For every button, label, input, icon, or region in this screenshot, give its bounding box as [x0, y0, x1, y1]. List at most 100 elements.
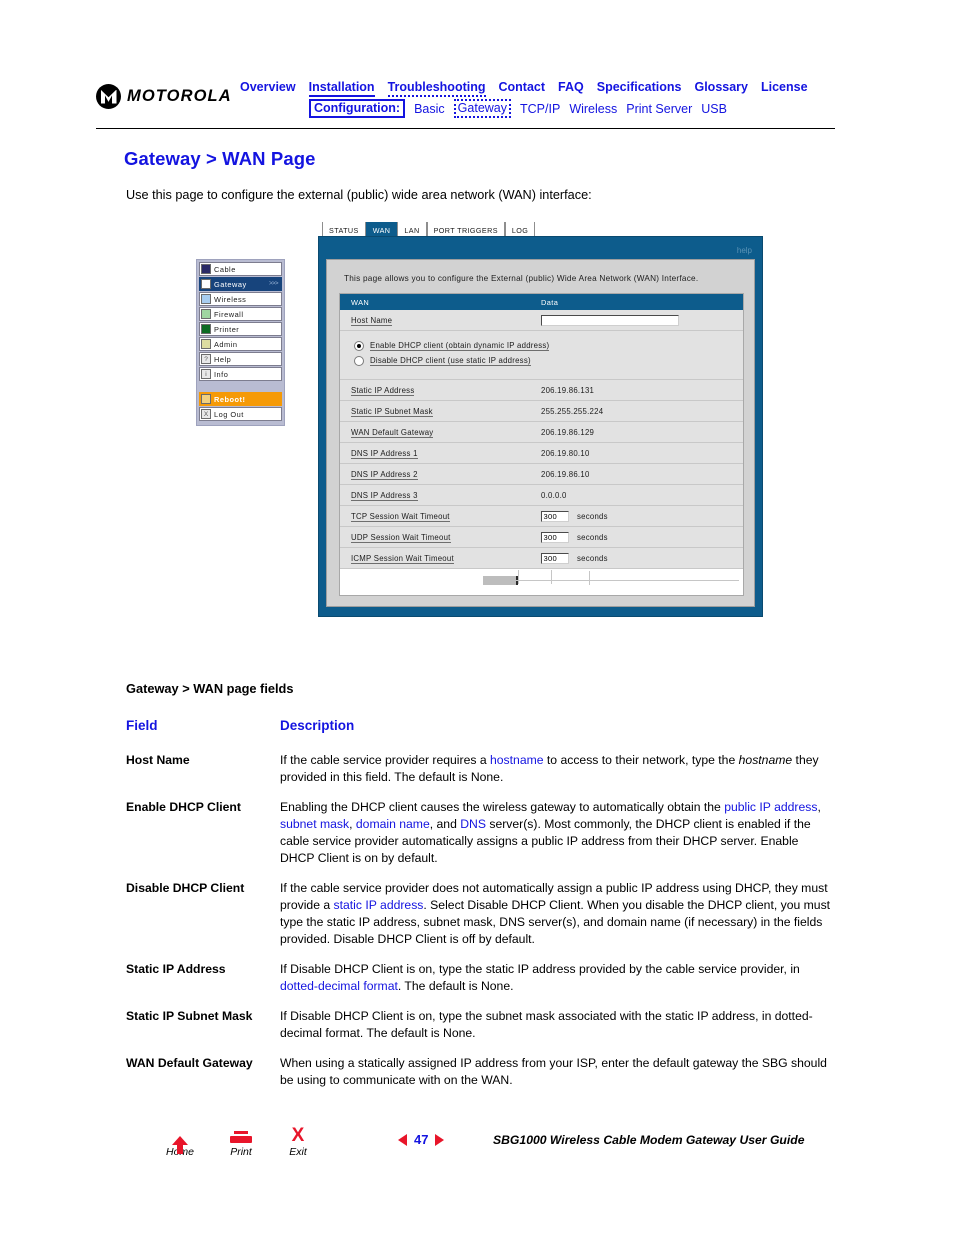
row-label: Static IP Subnet Mask — [340, 406, 536, 417]
nav-link-overview[interactable]: Overview — [240, 80, 296, 94]
glossary-link[interactable]: subnet mask — [280, 817, 349, 831]
side-menu-item-firewall[interactable]: Firewall — [199, 307, 282, 321]
side-menu-item-info[interactable]: i Info — [199, 367, 282, 381]
menu-item-label: Cable — [214, 264, 236, 274]
field-description-row: Host Name If the cable service provider r… — [126, 752, 836, 786]
timeout-input[interactable]: 300 — [541, 510, 569, 522]
field-description-row: Disable DHCP Client If the cable service … — [126, 880, 836, 948]
side-menu-item-reboot-[interactable]: Reboot! — [199, 392, 282, 406]
side-menu-item-log-out[interactable]: X Log Out — [199, 407, 282, 421]
column-header-description: Description — [280, 718, 355, 733]
side-menu-item-help[interactable]: ? Help — [199, 352, 282, 366]
config-nav-link-tcp-ip[interactable]: TCP/IP — [520, 102, 560, 116]
config-nav-link-print-server[interactable]: Print Server — [626, 102, 692, 116]
config-nav-link-basic[interactable]: Basic — [414, 102, 445, 116]
field-name: Static IP Address — [126, 962, 226, 976]
configuration-label: Configuration: — [309, 99, 406, 118]
divider-d — [589, 571, 590, 585]
screenshot-tab-wan[interactable]: WAN — [365, 222, 398, 237]
nav-link-troubleshooting[interactable]: Troubleshooting — [387, 80, 486, 97]
page-number: 47 — [414, 1132, 429, 1147]
unit-label: seconds — [577, 532, 608, 542]
field-name: Static IP Subnet Mask — [126, 1009, 253, 1023]
config-nav-link-usb[interactable]: USB — [701, 102, 727, 116]
row-label-text: WAN Default Gateway — [351, 427, 434, 438]
radio-button-icon[interactable] — [354, 356, 364, 366]
glossary-link[interactable]: dotted-decimal format — [280, 979, 398, 993]
screenshot-tab-log[interactable]: LOG — [504, 222, 536, 237]
glossary-link[interactable]: public IP address — [724, 800, 817, 814]
motorola-wordmark: MOTOROLA — [127, 87, 232, 105]
previous-page-arrow-icon[interactable] — [398, 1133, 407, 1146]
screenshot-tab-port-triggers[interactable]: PORT TRIGGERS — [426, 222, 505, 237]
apply-button[interactable] — [483, 576, 518, 585]
value-text: 206.19.86.131 — [541, 385, 595, 395]
config-nav-link-wireless[interactable]: Wireless — [569, 102, 617, 116]
header-col-wan: WAN — [351, 297, 370, 307]
fields-table-body: Host Name If the cable service provider r… — [126, 752, 836, 1102]
screenshot-tab-lan[interactable]: LAN — [397, 222, 427, 237]
field-description: If Disable DHCP Client is on, type the s… — [280, 1009, 813, 1040]
table-row: DNS IP Address 3 0.0.0.0 — [340, 485, 743, 506]
row-label-text: ICMP Session Wait Timeout — [351, 553, 454, 564]
table-row: DNS IP Address 1 206.19.80.10 — [340, 443, 743, 464]
row-value: 206.19.86.131 — [536, 386, 743, 395]
side-menu-item-gateway[interactable]: Gateway >>> — [199, 277, 282, 291]
dhcp-radio-group: Enable DHCP client (obtain dynamic IP ad… — [340, 331, 743, 380]
radio-option-enable-dhcp[interactable]: Enable DHCP client (obtain dynamic IP ad… — [354, 340, 743, 352]
motorola-m-icon — [96, 84, 121, 109]
close-x-icon: X — [291, 1125, 305, 1146]
nav-link-faq[interactable]: FAQ — [558, 80, 584, 94]
guide-title: SBG1000 Wireless Cable Modem Gateway Use… — [493, 1133, 805, 1147]
divider-c — [516, 580, 739, 581]
field-name: Enable DHCP Client — [126, 800, 241, 814]
side-menu-item-admin[interactable]: Admin — [199, 337, 282, 351]
exit-button[interactable]: X Exit — [275, 1124, 321, 1158]
radio-option-disable-dhcp[interactable]: Disable DHCP client (use static IP addre… — [354, 355, 743, 367]
glossary-link[interactable]: hostname — [490, 753, 544, 767]
help-link[interactable]: help — [737, 246, 752, 255]
menu-swatch-icon — [201, 294, 211, 304]
side-menu-item-wireless[interactable]: Wireless — [199, 292, 282, 306]
menu-swatch-icon — [201, 394, 211, 404]
row-label: DNS IP Address 3 — [340, 490, 536, 501]
row-label-text: UDP Session Wait Timeout — [351, 532, 451, 543]
table-row: ICMP Session Wait Timeout 300 seconds — [340, 548, 743, 569]
host-name-input[interactable] — [541, 314, 679, 326]
nav-link-specifications[interactable]: Specifications — [597, 80, 682, 94]
menu-item-label: Reboot! — [214, 394, 246, 404]
timeout-input[interactable]: 300 — [541, 552, 569, 564]
glossary-link[interactable]: static IP address — [334, 898, 424, 912]
menu-item-label: Help — [214, 354, 232, 364]
config-nav-link-gateway[interactable]: Gateway — [453, 99, 512, 118]
row-label: TCP Session Wait Timeout — [340, 511, 536, 522]
field-description: Enabling the DHCP client causes the wire… — [280, 800, 821, 865]
print-button[interactable]: Print — [218, 1124, 264, 1158]
side-menu-item-printer[interactable]: Printer — [199, 322, 282, 336]
glossary-link[interactable]: domain name — [356, 817, 430, 831]
row-label: Static IP Address — [340, 385, 536, 396]
unit-label: seconds — [577, 511, 608, 521]
radio-label: Disable DHCP client (use static IP addre… — [370, 356, 531, 366]
page-header: MOTOROLA Overview Installation Troubleshoo… — [96, 78, 836, 133]
nav-link-license[interactable]: License — [761, 80, 808, 94]
screenshot-content-panel: This page allows you to configure the Ex… — [326, 259, 755, 607]
value-text: 206.19.86.129 — [541, 427, 595, 437]
next-page-arrow-icon[interactable] — [435, 1133, 445, 1146]
nav-link-installation[interactable]: Installation — [308, 80, 375, 97]
radio-button-icon[interactable] — [354, 341, 364, 351]
host-name-cell — [536, 314, 743, 326]
header-divider — [96, 128, 835, 129]
field-description-row: Enable DHCP Client Enabling the DHCP clie… — [126, 799, 836, 867]
timeout-input[interactable]: 300 — [541, 531, 569, 543]
nav-link-glossary[interactable]: Glossary — [694, 80, 748, 94]
menu-item-label: Info — [214, 369, 229, 379]
glossary-link[interactable]: DNS — [460, 817, 486, 831]
home-button[interactable]: Home — [157, 1124, 203, 1158]
value-text: 255.255.255.224 — [541, 406, 604, 416]
screenshot-tab-status[interactable]: STATUS — [322, 222, 366, 237]
nav-link-contact[interactable]: Contact — [499, 80, 546, 94]
menu-spacer — [199, 382, 282, 392]
field-name: WAN Default Gateway — [126, 1056, 253, 1070]
side-menu-item-cable[interactable]: Cable — [199, 262, 282, 276]
